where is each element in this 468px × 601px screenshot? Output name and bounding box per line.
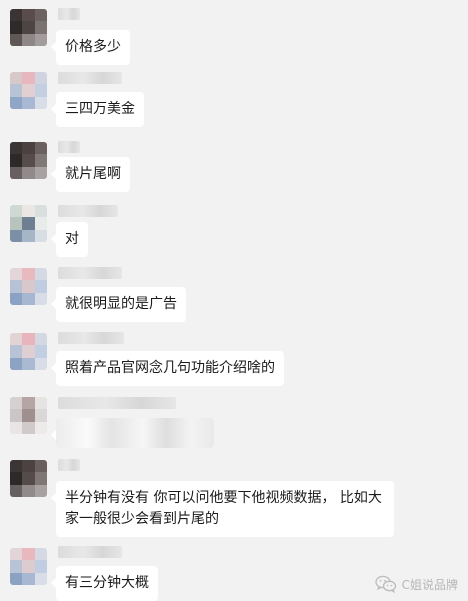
message-bubble[interactable]: 价格多少 [51,30,130,65]
sender-name [58,546,122,558]
message-bubble[interactable]: 就片尾啊 [51,157,130,192]
message-bubble[interactable] [51,418,214,448]
avatar[interactable] [10,72,47,109]
avatar[interactable] [10,142,47,179]
avatar[interactable] [10,397,47,434]
message-bubble[interactable]: 三四万美金 [51,92,144,127]
sender-name [58,205,118,217]
message-bubble[interactable]: 就很明显的是广告 [51,287,186,322]
message-bubble[interactable]: 有三分钟大概 [51,566,158,601]
avatar[interactable] [10,268,47,305]
sender-name [58,459,80,471]
avatar[interactable] [10,548,47,585]
message-bubble[interactable]: 对 [51,222,88,257]
sender-name [58,141,80,153]
avatar[interactable] [10,205,47,242]
sender-name [58,8,80,20]
wechat-icon [374,575,397,593]
sender-name [58,267,122,279]
sender-name [58,332,124,344]
message-bubble[interactable]: 半分钟有没有 你可以问他要下他视频数据， 比如大家一般很少会看到片尾的 [51,481,394,537]
avatar[interactable] [10,9,47,46]
message-bubble[interactable]: 照着产品官网念几句功能介绍啥的 [51,351,284,386]
watermark: C姐说品牌 [374,575,458,593]
sender-name [58,72,122,84]
avatar[interactable] [10,460,47,497]
watermark-text: C姐说品牌 [401,577,458,592]
sender-name [58,397,176,409]
avatar[interactable] [10,333,47,370]
